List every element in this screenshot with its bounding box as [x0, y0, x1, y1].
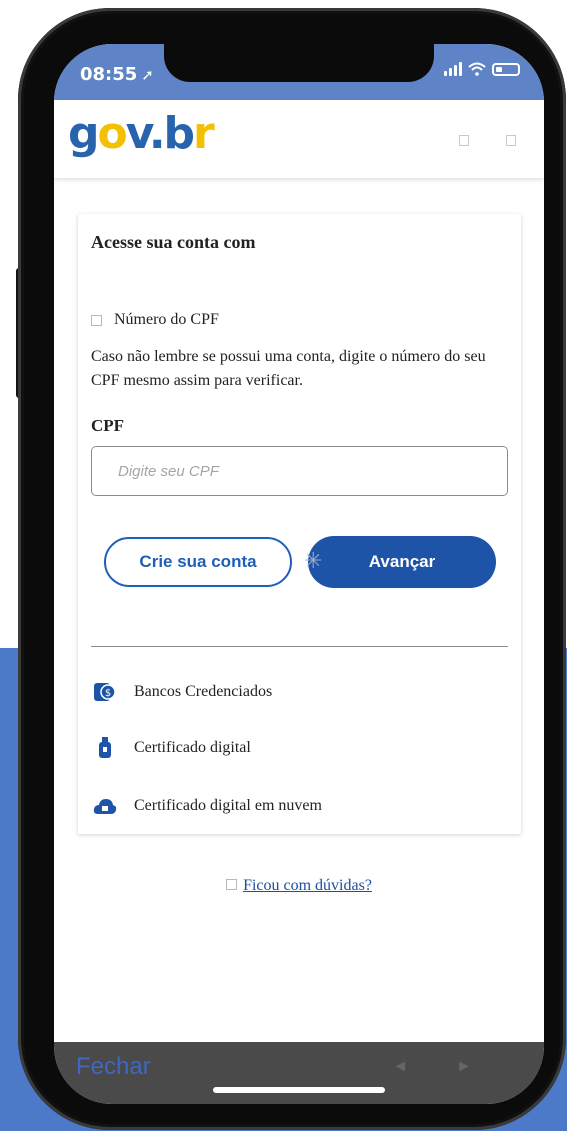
home-indicator: [213, 1087, 385, 1093]
next-button[interactable]: Avançar: [308, 536, 496, 588]
option-digital-certificate[interactable]: Certificado digital: [91, 737, 251, 759]
back-arrow-icon[interactable]: ◄: [392, 1058, 456, 1075]
option-cloud-certificate[interactable]: Certificado digital em nuvem: [91, 795, 322, 817]
wifi-icon: [468, 62, 486, 76]
clock-text: 08:55: [80, 64, 138, 85]
usb-token-icon: [91, 737, 119, 759]
create-account-button[interactable]: Crie sua conta: [104, 537, 292, 587]
cpf-label: CPF: [91, 416, 125, 435]
forward-arrow-icon[interactable]: ►: [456, 1058, 520, 1075]
question-icon: [226, 879, 238, 890]
status-icons: [444, 62, 520, 76]
nav-arrows: ◄►: [392, 1058, 520, 1076]
help-link[interactable]: Ficou com dúvidas?: [243, 877, 372, 894]
login-card: Acesse sua conta com Número do CPF Caso …: [78, 214, 521, 834]
profile-icon[interactable]: [506, 135, 516, 146]
option-digital-certificate-label: Certificado digital: [134, 739, 251, 756]
govbr-logo[interactable]: gov.br: [68, 108, 215, 159]
browser-bottom-bar: Fechar ◄►: [54, 1042, 544, 1104]
option-banks-label: Bancos Credenciados: [134, 683, 273, 700]
cloud-icon: [91, 795, 119, 817]
option-cpf-label: Número do CPF: [114, 311, 219, 328]
phone-screen: 08:55 ➚ gov.br Acesse sua conta com Númer…: [54, 44, 544, 1104]
status-bar: 08:55 ➚: [54, 44, 544, 100]
phone-notch: [164, 44, 434, 82]
id-card-icon: [91, 314, 102, 326]
help-link-row: Ficou com dúvidas?: [54, 877, 544, 895]
app-header: gov.br: [54, 100, 544, 178]
loading-spinner-icon: ✳: [304, 548, 323, 573]
option-cloud-certificate-label: Certificado digital em nuvem: [134, 797, 322, 814]
menu-icon[interactable]: [459, 135, 469, 146]
close-button[interactable]: Fechar: [76, 1053, 151, 1081]
battery-icon: [492, 62, 520, 76]
bank-icon: $: [91, 681, 119, 703]
option-cpf[interactable]: Número do CPF: [91, 311, 219, 329]
option-banks[interactable]: $ Bancos Credenciados: [91, 681, 272, 703]
card-title: Acesse sua conta com: [91, 232, 256, 252]
help-text: Caso não lembre se possui uma conta, dig…: [91, 348, 486, 389]
divider: [91, 646, 508, 647]
status-time: 08:55 ➚: [80, 64, 154, 85]
svg-text:$: $: [105, 688, 111, 699]
cpf-input[interactable]: [91, 446, 508, 496]
location-arrow-icon: ➚: [141, 66, 154, 84]
signal-icon: [444, 62, 462, 76]
